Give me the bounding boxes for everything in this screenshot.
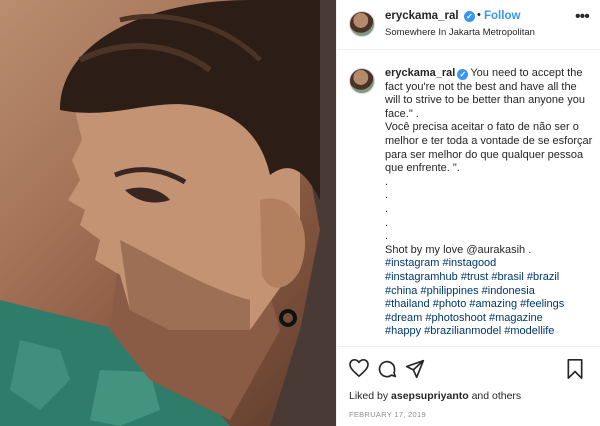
bookmark-icon[interactable]	[566, 359, 584, 379]
username-link[interactable]: eryckama_ral	[385, 10, 459, 22]
hashtag-line[interactable]: #instagramhub #trust #brasil #brazil	[385, 271, 593, 285]
follow-button[interactable]: Follow	[484, 10, 520, 22]
verified-badge-icon: ✓	[457, 69, 469, 80]
comment-icon[interactable]	[377, 359, 397, 379]
verified-badge-icon: ✓	[464, 11, 475, 22]
likes-prefix: Liked by	[349, 390, 389, 402]
hashtag-line[interactable]: #china #philippines #indonesia	[385, 285, 593, 299]
more-options-icon[interactable]: •••	[575, 8, 590, 26]
portrait-illustration	[0, 0, 336, 426]
heart-icon[interactable]	[349, 359, 369, 377]
post-date[interactable]: FEBRUARY 17, 2019	[349, 410, 426, 419]
hashtag-line[interactable]: #dream #photoshoot #magazine	[385, 312, 593, 326]
caption-text-line: Você precisa aceitar o fato de não ser o…	[385, 121, 593, 175]
location-link[interactable]: Somewhere In Jakarta Metropolitan	[385, 27, 535, 38]
caption-text-line: .	[385, 230, 389, 243]
hashtag-line[interactable]: #happy #brazilianmodel #modellife	[385, 325, 593, 339]
share-icon[interactable]	[405, 359, 425, 379]
caption-text-line: .	[385, 216, 389, 229]
likes-summary: Liked by asepsupriyanto and others	[349, 390, 521, 402]
caption-text-line: Shot by my love @aurakasih .	[385, 243, 532, 256]
likes-suffix[interactable]: and others	[472, 390, 522, 402]
post-header: eryckama_ral ✓ • Follow Somewhere In Jak…	[337, 0, 600, 50]
post-actions: Liked by asepsupriyanto and others FEBRU…	[337, 346, 600, 426]
avatar[interactable]	[349, 68, 375, 94]
caption-line: eryckama_ral ✓ You need to accept the fact…	[385, 67, 593, 121]
post-side-panel: eryckama_ral ✓ • Follow Somewhere In Jak…	[336, 0, 600, 426]
hashtag-line[interactable]: #thailand #photo #amazing #feelings	[385, 298, 593, 312]
post-photo[interactable]	[0, 0, 336, 426]
caption-text: eryckama_ral ✓ You need to accept the fact…	[385, 67, 593, 339]
instagram-post: eryckama_ral ✓ • Follow Somewhere In Jak…	[0, 0, 600, 426]
earring	[279, 309, 297, 327]
liked-by-user-link[interactable]: asepsupriyanto	[391, 390, 469, 402]
avatar[interactable]	[349, 11, 375, 37]
caption-text-line: .	[385, 202, 389, 215]
caption-text-line: .	[385, 175, 389, 188]
caption-username-link[interactable]: eryckama_ral	[385, 67, 455, 79]
caption-text-line: .	[385, 189, 389, 202]
hashtag-line[interactable]: #instagram #instagood	[385, 257, 593, 271]
caption-area: eryckama_ral ✓ You need to accept the fact…	[337, 51, 600, 345]
separator-dot: •	[477, 9, 481, 21]
